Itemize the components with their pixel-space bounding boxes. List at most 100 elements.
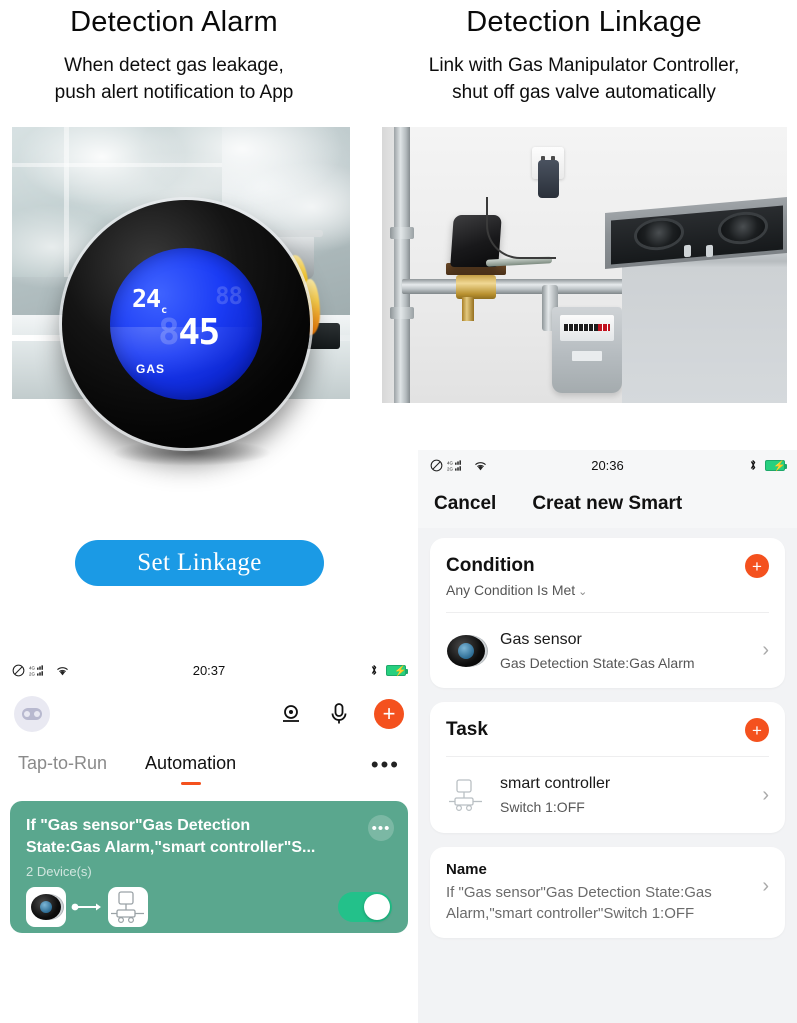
right-subtitle-line-2: shut off gas valve automatically bbox=[452, 81, 716, 103]
battery-charging-icon: ⚡ bbox=[386, 664, 408, 677]
tab-automation[interactable]: Automation bbox=[145, 753, 236, 778]
smart-valve-controller-icon bbox=[446, 775, 486, 815]
dual-sim-signal-icon: 4G 2G bbox=[447, 459, 461, 471]
app-top-bar: + bbox=[0, 685, 418, 743]
chevron-right-icon: › bbox=[762, 639, 769, 662]
power-cable bbox=[486, 197, 556, 259]
left-column-subtitle: When detect gas leakage, push alert noti… bbox=[0, 53, 348, 105]
left-column-header: Detection Alarm When detect gas leakage,… bbox=[0, 6, 348, 106]
status-right-icons: ⚡ bbox=[369, 663, 408, 677]
add-task-button[interactable]: + bbox=[745, 718, 769, 743]
vertical-gas-pipe bbox=[394, 127, 410, 403]
automation-card-device-count: 2 Device(s) bbox=[26, 864, 92, 880]
svg-text:4G: 4G bbox=[447, 460, 453, 465]
left-subtitle-line-2: push alert notification to App bbox=[54, 81, 294, 103]
task-heading: Task bbox=[446, 719, 488, 741]
smart-form-body: Condition + Any Condition Is Met ⌄ Gas se… bbox=[418, 528, 797, 938]
task-row-text: smart controller Switch 1:OFF bbox=[500, 773, 748, 816]
svg-text:2G: 2G bbox=[29, 671, 35, 676]
automation-enable-toggle[interactable] bbox=[338, 892, 392, 923]
battery-charging-icon: ⚡ bbox=[765, 459, 787, 472]
add-condition-button[interactable]: + bbox=[745, 554, 769, 578]
brass-valve-body bbox=[456, 275, 496, 299]
name-value: If "Gas sensor"Gas Detection State:Gas A… bbox=[446, 883, 712, 922]
status-bar-right: 4G 2G 20:36 ⚡ bbox=[418, 450, 797, 480]
condition-device-name: Gas sensor bbox=[500, 631, 582, 648]
chevron-down-icon: ⌄ bbox=[578, 586, 588, 598]
automation-tabs: Tap-to-Run Automation ••• bbox=[0, 743, 418, 787]
cancel-button[interactable]: Cancel bbox=[434, 493, 496, 515]
condition-heading: Condition bbox=[446, 555, 535, 576]
task-card: Task + smart controller Switch 1:OFF › bbox=[430, 702, 785, 833]
condition-row-text: Gas sensor Gas Detection State:Gas Alarm bbox=[500, 629, 748, 672]
status-time-right: 20:36 bbox=[591, 457, 624, 473]
brass-valve-stem bbox=[462, 297, 474, 321]
gas-detector-device: 88 24c 845 GAS bbox=[62, 200, 310, 448]
right-column-subtitle: Link with Gas Manipulator Controller, sh… bbox=[384, 53, 784, 105]
status-right-icons-right: ⚡ bbox=[748, 458, 787, 472]
lcd-gas-reading: 845 bbox=[158, 312, 220, 353]
gas-meter bbox=[552, 307, 622, 393]
detection-linkage-photo bbox=[382, 127, 787, 403]
bluetooth-icon bbox=[371, 665, 377, 675]
automation-card-devices bbox=[26, 887, 392, 928]
smart-valve-controller-icon bbox=[108, 887, 148, 928]
chevron-right-icon: › bbox=[762, 874, 769, 897]
gas-sensor-icon bbox=[446, 631, 486, 671]
lcd-reading-ghost: 8 bbox=[158, 312, 180, 353]
gas-meter-digits bbox=[564, 324, 610, 331]
task-device-action: Switch 1:OFF bbox=[500, 799, 585, 816]
gas-meter-face bbox=[560, 315, 614, 341]
svg-text:4G: 4G bbox=[29, 665, 35, 670]
automation-card-title: If "Gas sensor"Gas Detection State:Gas A… bbox=[26, 817, 316, 856]
status-bar-left: 4G 2G 20:37 ⚡ bbox=[0, 655, 418, 685]
lcd-gas-label: GAS bbox=[136, 362, 166, 376]
wifi-icon bbox=[475, 461, 486, 470]
create-smart-screenshot: 4G 2G 20:36 ⚡ Cancel Creat new Smart Con… bbox=[418, 450, 797, 1023]
right-column-title: Detection Linkage bbox=[466, 6, 702, 38]
pipe-joint-upper bbox=[390, 227, 414, 239]
dual-sim-signal-icon: 4G 2G bbox=[29, 664, 43, 676]
add-automation-button[interactable]: + bbox=[374, 699, 404, 729]
name-card-text: Name If "Gas sensor"Gas Detection State:… bbox=[446, 861, 738, 924]
condition-card: Condition + Any Condition Is Met ⌄ Gas se… bbox=[430, 538, 785, 689]
do-not-disturb-icon bbox=[430, 459, 443, 471]
automation-list-screenshot: 4G 2G 20:37 ⚡ + Tap-to-Run Automation ••… bbox=[0, 655, 418, 1023]
right-column-header: Detection Linkage Link with Gas Manipula… bbox=[384, 6, 784, 106]
set-linkage-button[interactable]: Set Linkage bbox=[75, 540, 324, 586]
name-label: Name bbox=[446, 860, 487, 878]
scan-icon[interactable] bbox=[278, 701, 304, 727]
bluetooth-icon bbox=[750, 460, 756, 470]
tab-tap-to-run[interactable]: Tap-to-Run bbox=[18, 753, 107, 778]
burner-knob-right bbox=[706, 244, 713, 258]
poster-page: Detection Alarm When detect gas leakage,… bbox=[0, 0, 797, 1023]
horizontal-gas-pipe bbox=[402, 279, 652, 294]
name-card[interactable]: Name If "Gas sensor"Gas Detection State:… bbox=[430, 846, 785, 938]
chevron-right-icon: › bbox=[762, 783, 769, 806]
lcd-temperature-value: 24 bbox=[132, 284, 161, 313]
task-device-name: smart controller bbox=[500, 775, 611, 793]
gas-sensor-icon bbox=[26, 887, 66, 928]
top-bar-actions: + bbox=[278, 699, 404, 729]
page-title: Creat new Smart bbox=[532, 493, 683, 514]
do-not-disturb-icon bbox=[12, 664, 25, 676]
avatar-placeholder-icon[interactable] bbox=[14, 696, 50, 732]
automation-card[interactable]: ••• If "Gas sensor"Gas Detection State:G… bbox=[10, 801, 408, 933]
task-row-smart-controller[interactable]: smart controller Switch 1:OFF › bbox=[430, 757, 785, 832]
lcd-ghost-digits: 88 bbox=[215, 282, 243, 310]
lcd-reading-value: 45 bbox=[178, 312, 220, 353]
detector-lcd-screen: 88 24c 845 GAS bbox=[110, 248, 262, 400]
right-subtitle-line-1: Link with Gas Manipulator Controller, bbox=[428, 55, 740, 77]
condition-match-rule[interactable]: Any Condition Is Met ⌄ bbox=[430, 578, 785, 612]
condition-device-state: Gas Detection State:Gas Alarm bbox=[500, 654, 695, 671]
microphone-icon[interactable] bbox=[326, 701, 352, 727]
nav-bar: Cancel Creat new Smart bbox=[418, 480, 797, 528]
status-left-icons: 4G 2G bbox=[12, 664, 70, 677]
automation-card-more-button[interactable]: ••• bbox=[368, 815, 394, 841]
pipe-joint-lower bbox=[390, 307, 414, 319]
link-arrow-icon bbox=[66, 901, 108, 913]
condition-card-header: Condition + bbox=[430, 538, 785, 578]
tabs-more-button[interactable]: ••• bbox=[371, 752, 400, 778]
left-subtitle-line-1: When detect gas leakage, bbox=[64, 55, 284, 77]
condition-row-gas-sensor[interactable]: Gas sensor Gas Detection State:Gas Alarm… bbox=[430, 613, 785, 688]
